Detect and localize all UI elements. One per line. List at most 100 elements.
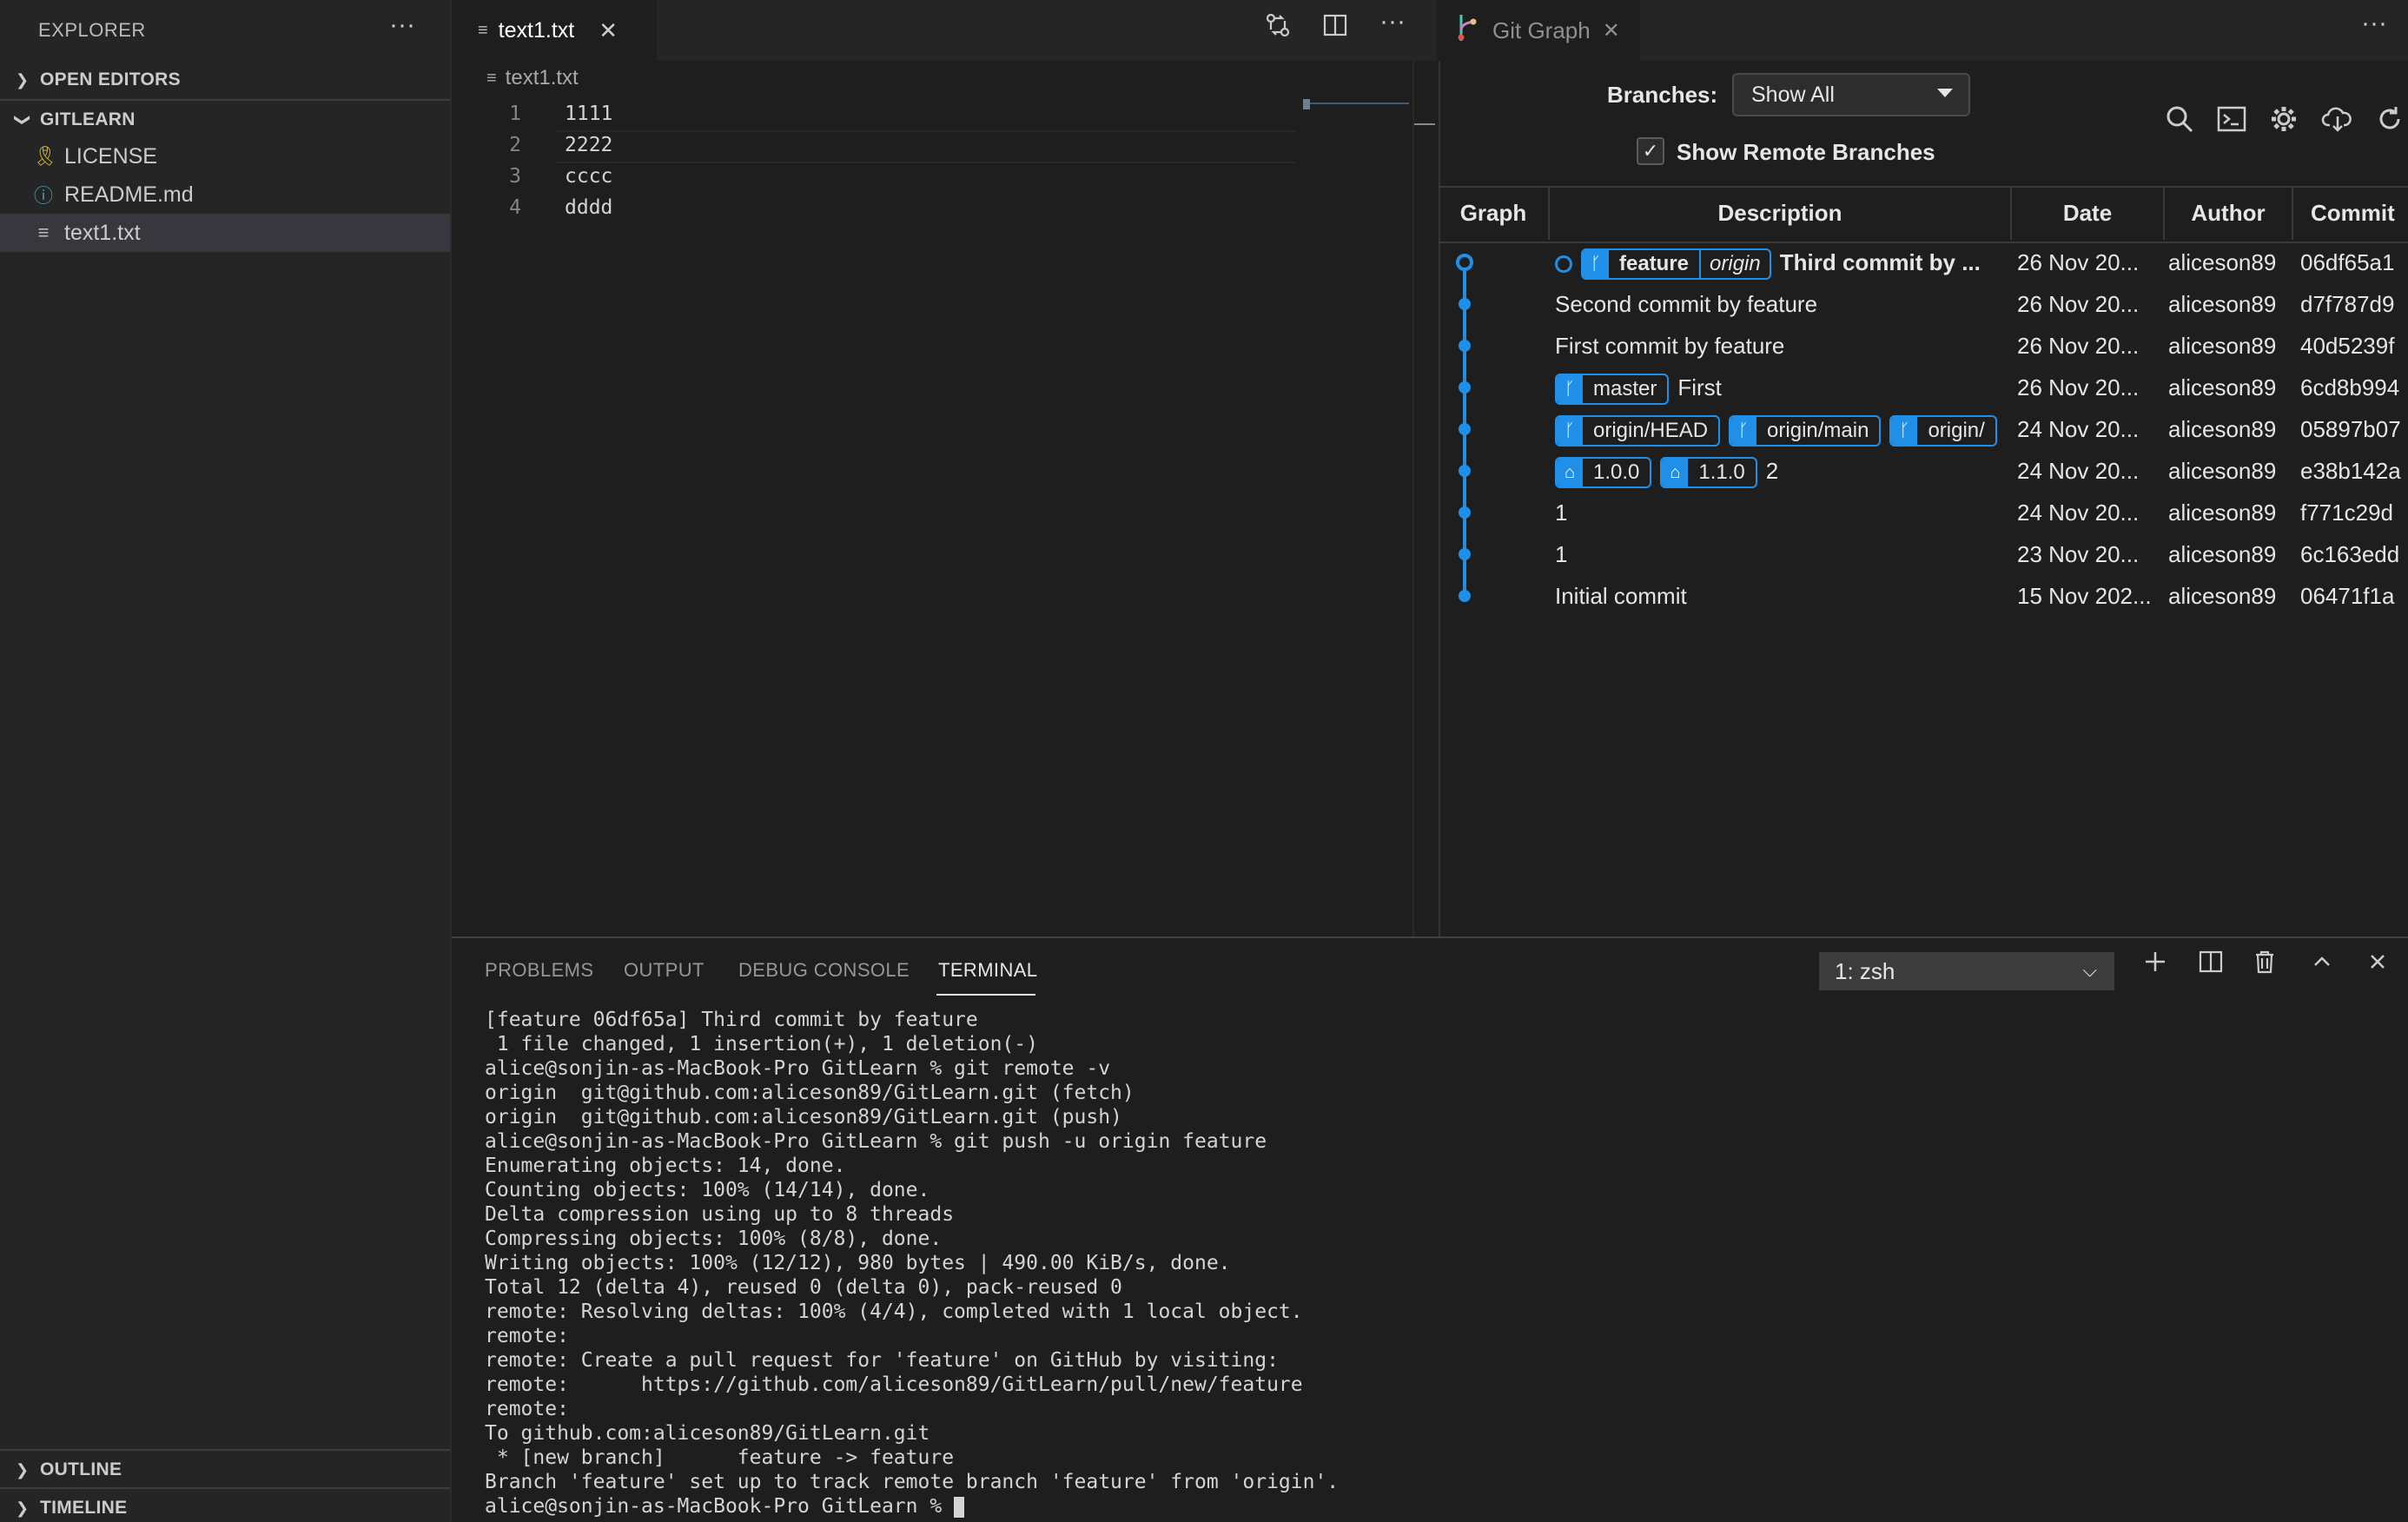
tab-debug-console[interactable]: DEBUG CONSOLE	[738, 959, 910, 982]
commit-row[interactable]: 1 24 Nov 20... aliceson89 f771c29d	[1439, 492, 2408, 533]
explorer-more-icon[interactable]: ···	[389, 10, 415, 40]
close-panel-icon[interactable]	[2365, 949, 2391, 982]
vscode-window: EXPLORER ··· ❯ OPEN EDITORS ❯ GITLEARN 🎗…	[0, 0, 2408, 1522]
tab-output[interactable]: OUTPUT	[624, 959, 705, 982]
commit-row[interactable]: Second commit by feature 26 Nov 20... al…	[1439, 283, 2408, 325]
split-terminal-icon[interactable]	[2198, 949, 2224, 982]
line-number: 2	[509, 134, 521, 156]
editor-scrollbar[interactable]	[1412, 61, 1439, 936]
trash-icon[interactable]	[2252, 949, 2278, 982]
terminal-select-value: 1: zsh	[1835, 957, 1895, 984]
chevron-down-icon: ⌵	[2082, 959, 2097, 981]
column-header-graph[interactable]: Graph	[1439, 186, 1550, 240]
branches-dropdown[interactable]: Show All	[1732, 73, 1970, 116]
chevron-down-icon: ❯	[14, 113, 32, 127]
more-actions-icon[interactable]: ···	[1379, 7, 1406, 36]
branch-icon: ᚴ	[1583, 250, 1609, 279]
terminal-line: alice@sonjin-as-MacBook-Pro GitLearn % g…	[485, 1057, 1111, 1080]
column-header-date[interactable]: Date	[2012, 186, 2165, 240]
code-line[interactable]: cccc	[565, 165, 612, 188]
branch-ref-origin-other[interactable]: ᚴ origin/	[1889, 415, 1997, 447]
commit-date: 15 Nov 202...	[2017, 583, 2152, 609]
open-changes-icon[interactable]	[1265, 12, 1291, 45]
close-icon[interactable]: ✕	[599, 17, 618, 44]
tag-ref-1-0-0[interactable]: ⌂ 1.0.0	[1555, 457, 1652, 489]
folder-label: GITLEARN	[40, 109, 136, 129]
commit-description: ⌂ 1.0.0 ⌂ 1.1.0 2	[1555, 450, 2008, 492]
commit-row[interactable]: ᚴ master First 26 Nov 20... aliceson89 6cd…	[1439, 367, 2408, 408]
search-icon[interactable]	[2165, 104, 2194, 142]
branch-ref-origin-head[interactable]: ᚴ origin/HEAD	[1555, 415, 1721, 447]
terminal-line: [feature 06df65a] Third commit by featur…	[485, 1009, 978, 1031]
refresh-icon[interactable]	[2375, 104, 2405, 142]
commit-row[interactable]: ᚴ origin/HEAD ᚴ origin/main ᚴ origin/ 24 Nov …	[1439, 408, 2408, 450]
commit-author: aliceson89	[2168, 249, 2277, 275]
editor-tab-text1[interactable]: ≡ text1.txt ✕	[452, 0, 657, 61]
terminal-select[interactable]: 1: zsh ⌵	[1819, 952, 2114, 990]
branch-ref-origin-main[interactable]: ᚴ origin/main	[1729, 415, 1882, 447]
commit-hash: 06471f1a	[2300, 583, 2395, 609]
commit-hash: 6c163edd	[2300, 541, 2400, 567]
terminal-prompt-line[interactable]: alice@sonjin-as-MacBook-Pro GitLearn %	[485, 1494, 2378, 1519]
terminal-output[interactable]: [feature 06df65a] Third commit by featur…	[485, 1008, 2378, 1519]
terminal-line: To github.com:aliceson89/GitLearn.git	[485, 1422, 930, 1445]
close-icon[interactable]: ✕	[1603, 18, 1620, 43]
split-editor-icon[interactable]	[1322, 12, 1348, 45]
terminal-line: Writing objects: 100% (12/12), 980 bytes…	[485, 1252, 1231, 1274]
commit-message: Initial commit	[1555, 583, 1687, 609]
tab-problems[interactable]: PROBLEMS	[485, 959, 593, 982]
commit-date: 24 Nov 20...	[2017, 458, 2140, 484]
breadcrumb[interactable]: ≡ text1.txt	[486, 66, 579, 90]
line-number: 3	[509, 165, 521, 188]
timeline-label: TIMELINE	[40, 1498, 128, 1518]
minimap-slider[interactable]	[1303, 103, 1409, 104]
column-header-author[interactable]: Author	[2165, 186, 2293, 240]
file-label: text1.txt	[64, 220, 141, 245]
file-label: README.md	[64, 182, 194, 207]
file-label: LICENSE	[64, 143, 157, 169]
file-item-text1[interactable]: ≡ text1.txt	[0, 214, 450, 252]
terminal-line: remote: Create a pull request for 'featu…	[485, 1349, 1279, 1372]
commit-row[interactable]: ⌂ 1.0.0 ⌂ 1.1.0 2 24 Nov 20... aliceson89 e3…	[1439, 450, 2408, 492]
terminal-icon[interactable]	[2217, 104, 2246, 142]
commit-author: aliceson89	[2168, 333, 2277, 359]
commit-row[interactable]: Initial commit 15 Nov 202... aliceson89 …	[1439, 575, 2408, 617]
show-remote-label[interactable]: Show Remote Branches	[1677, 139, 1935, 166]
git-graph-tab[interactable]: Git Graph ✕	[1439, 0, 1640, 61]
commit-row[interactable]: First commit by feature 26 Nov 20... ali…	[1439, 325, 2408, 367]
column-header-commit[interactable]: Commit	[2293, 186, 2408, 240]
commit-row[interactable]: ᚴ feature origin Third commit by ... 26 Nov…	[1439, 242, 2408, 283]
current-line-highlight	[556, 130, 1296, 163]
breadcrumb-file: text1.txt	[505, 66, 579, 89]
commit-row[interactable]: 1 23 Nov 20... aliceson89 6c163edd	[1439, 533, 2408, 575]
terminal-line: origin git@github.com:aliceson89/GitLear…	[485, 1082, 1135, 1104]
tag-ref-1-1-0[interactable]: ⌂ 1.1.0	[1660, 457, 1757, 489]
code-line[interactable]: 2222	[565, 134, 612, 156]
show-remote-checkbox[interactable]: ✓	[1637, 137, 1664, 165]
terminal-line: Total 12 (delta 4), reused 0 (delta 0), …	[485, 1276, 1122, 1299]
open-editors-section[interactable]: ❯ OPEN EDITORS	[0, 61, 450, 99]
text-file-icon: ≡	[486, 68, 497, 88]
gitlearn-folder-section[interactable]: ❯ GITLEARN	[0, 99, 450, 139]
terminal-line: remote:	[485, 1325, 569, 1347]
gear-icon[interactable]	[2269, 104, 2299, 142]
new-terminal-icon[interactable]	[2142, 949, 2168, 982]
file-item-readme[interactable]: ⓘ README.md	[0, 175, 450, 214]
code-line[interactable]: dddd	[565, 196, 612, 219]
commit-author: aliceson89	[2168, 416, 2277, 442]
commit-author: aliceson89	[2168, 583, 2277, 609]
cloud-fetch-icon[interactable]	[2321, 104, 2354, 142]
column-header-description[interactable]: Description	[1550, 186, 2012, 240]
timeline-section[interactable]: ❯ TIMELINE	[0, 1487, 450, 1522]
commit-message: Third commit by ...	[1779, 249, 1981, 275]
branch-ref-master[interactable]: ᚴ master	[1555, 374, 1670, 406]
branch-ref-feature[interactable]: ᚴ feature origin	[1581, 248, 1771, 281]
file-item-license[interactable]: 🎗 LICENSE	[0, 137, 450, 175]
commit-hash: 06df65a1	[2300, 249, 2395, 275]
code-line[interactable]: 1111	[565, 103, 612, 125]
terminal-prompt: alice@sonjin-as-MacBook-Pro GitLearn %	[485, 1495, 955, 1518]
tab-terminal[interactable]: TERMINAL	[938, 959, 1037, 982]
outline-section[interactable]: ❯ OUTLINE	[0, 1449, 450, 1489]
more-actions-icon[interactable]: ···	[2361, 9, 2387, 38]
maximize-panel-icon[interactable]	[2309, 949, 2335, 982]
